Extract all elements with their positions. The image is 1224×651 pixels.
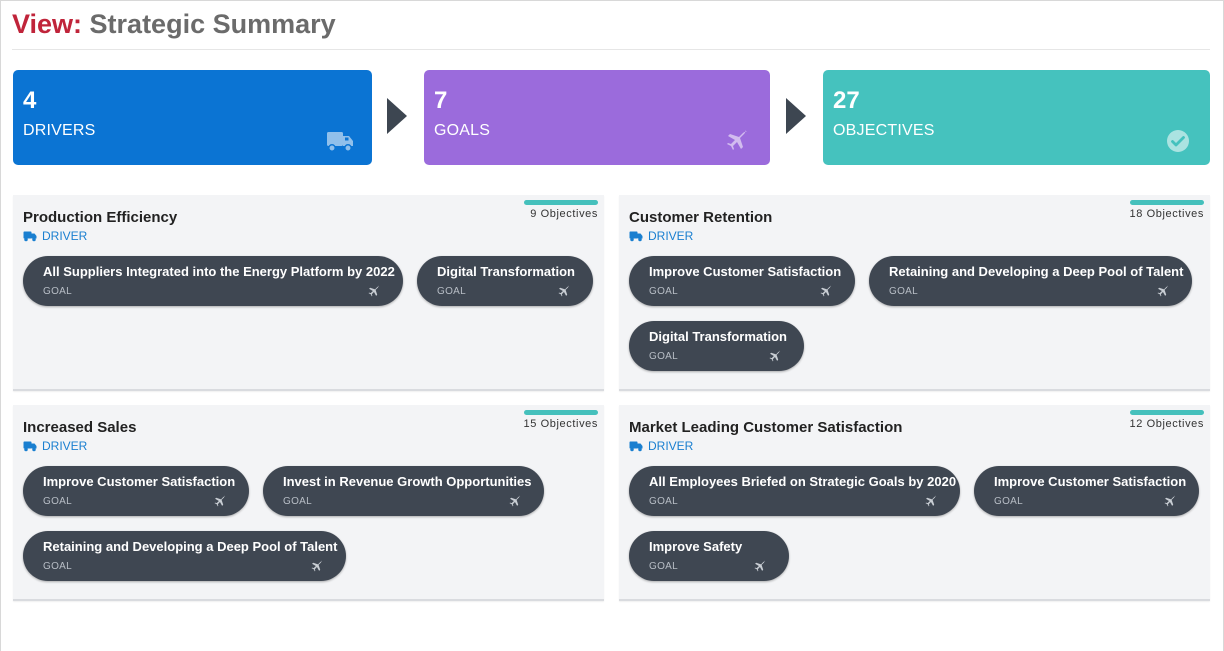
plane-icon [727,130,747,150]
driver-card[interactable]: Customer Retention DRIVER 18 Objectives … [619,195,1210,391]
plane-icon [769,350,781,362]
plane-icon [368,285,380,297]
plane-icon [925,495,937,507]
plane-icon [820,285,832,297]
goal-type: GOAL [649,286,678,297]
goal-pill[interactable]: Improve Customer Satisfaction GOAL [974,466,1199,516]
goal-title: Retaining and Developing a Deep Pool of … [889,264,1184,279]
driver-card[interactable]: Production Efficiency DRIVER 9 Objective… [13,195,604,391]
driver-type-label: DRIVER [42,439,88,453]
driver-type-label: DRIVER [42,229,88,243]
goal-type: GOAL [283,496,312,507]
goal-type: GOAL [43,496,72,507]
objectives-counter: 15 Objectives [524,410,598,430]
driver-card[interactable]: Increased Sales DRIVER 15 Objectives Imp… [13,405,604,601]
goal-pill[interactable]: Improve Customer Satisfaction GOAL [629,256,855,306]
plane-icon [558,285,570,297]
objectives-count-label: 12 Objectives [1129,418,1204,430]
page-header: View: Strategic Summary [12,8,1210,50]
plane-icon [1157,285,1169,297]
driver-type: DRIVER [23,439,87,453]
objectives-bar [1130,200,1204,205]
driver-title: Market Leading Customer Satisfaction [629,419,903,436]
goal-title: All Employees Briefed on Strategic Goals… [649,474,957,489]
truck-icon [629,231,643,242]
goal-pill[interactable]: Invest in Revenue Growth Opportunities G… [263,466,544,516]
check-circle-icon [1167,130,1189,152]
goal-title: Digital Transformation [649,329,787,344]
goal-pill[interactable]: All Suppliers Integrated into the Energy… [23,256,403,306]
goal-type: GOAL [43,561,72,572]
drivers-label: DRIVERS [23,122,96,139]
objectives-label: OBJECTIVES [833,122,935,139]
goal-type: GOAL [437,286,466,297]
objectives-counter: 12 Objectives [1130,410,1204,430]
goal-type: GOAL [649,351,678,362]
drivers-count: 4 [23,87,37,114]
flow-arrow-icon [786,98,806,134]
goal-pill[interactable]: Retaining and Developing a Deep Pool of … [869,256,1192,306]
driver-type: DRIVER [629,439,693,453]
goal-pill[interactable]: Improve Safety GOAL [629,531,789,581]
truck-icon [23,441,37,452]
goal-title: Improve Safety [649,539,743,554]
goal-pill[interactable]: Digital Transformation GOAL [417,256,593,306]
driver-type-label: DRIVER [648,229,694,243]
goal-type: GOAL [649,561,678,572]
driver-type: DRIVER [23,229,87,243]
drivers-tile[interactable]: 4 DRIVERS [13,70,372,165]
goal-type: GOAL [994,496,1023,507]
goal-title: Improve Customer Satisfaction [994,474,1187,489]
truck-icon [23,231,37,242]
objectives-tile[interactable]: 27 OBJECTIVES [823,70,1210,165]
driver-type: DRIVER [629,229,693,243]
flow-arrow-icon [387,98,407,134]
goal-pill[interactable]: All Employees Briefed on Strategic Goals… [629,466,960,516]
goals-tile[interactable]: 7 GOALS [424,70,770,165]
objectives-count-label: 9 Objectives [530,208,598,220]
plane-icon [509,495,521,507]
plane-icon [1164,495,1176,507]
goal-title: Retaining and Developing a Deep Pool of … [43,539,338,554]
truck-icon [327,132,353,152]
goal-title: All Suppliers Integrated into the Energy… [43,264,395,279]
objectives-count: 27 [833,87,860,114]
driver-card[interactable]: Market Leading Customer Satisfaction DRI… [619,405,1210,601]
goal-type: GOAL [889,286,918,297]
driver-title: Increased Sales [23,419,137,436]
goal-type: GOAL [43,286,72,297]
objectives-count-label: 18 Objectives [1129,208,1204,220]
driver-title: Production Efficiency [23,209,178,226]
objectives-counter: 9 Objectives [524,200,598,220]
driver-type-label: DRIVER [648,439,694,453]
goal-type: GOAL [649,496,678,507]
objectives-bar [524,200,598,205]
truck-icon [629,441,643,452]
view-name: Strategic Summary [89,9,336,39]
goals-label: GOALS [434,122,491,139]
goal-title: Improve Customer Satisfaction [649,264,842,279]
plane-icon [214,495,226,507]
page-title: View: Strategic Summary [12,8,1210,40]
driver-title: Customer Retention [629,209,773,226]
goal-title: Digital Transformation [437,264,575,279]
objectives-counter: 18 Objectives [1130,200,1204,220]
goal-pill[interactable]: Improve Customer Satisfaction GOAL [23,466,249,516]
goal-pill[interactable]: Retaining and Developing a Deep Pool of … [23,531,346,581]
plane-icon [754,560,766,572]
goal-title: Improve Customer Satisfaction [43,474,236,489]
goal-pill[interactable]: Digital Transformation GOAL [629,321,804,371]
goal-title: Invest in Revenue Growth Opportunities [283,474,532,489]
objectives-bar [1130,410,1204,415]
objectives-count-label: 15 Objectives [523,418,598,430]
goals-count: 7 [434,87,448,114]
view-prefix: View: [12,9,83,39]
objectives-bar [524,410,598,415]
plane-icon [311,560,323,572]
